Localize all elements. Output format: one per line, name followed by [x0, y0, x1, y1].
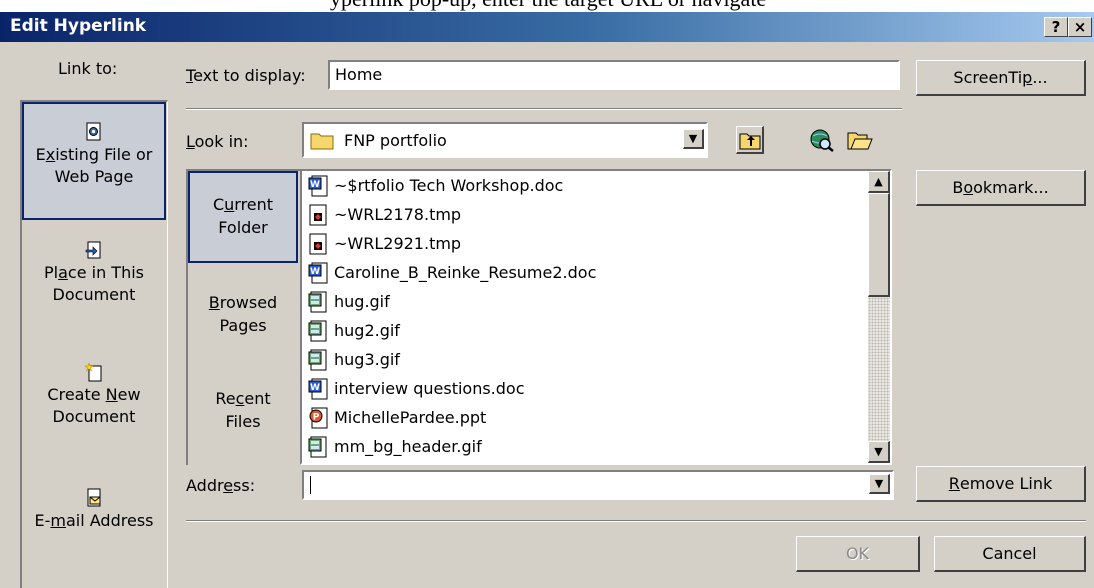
link-to-bar: Existing File or Web Page Place in This … — [20, 100, 168, 588]
text-to-display-input[interactable]: Home — [328, 60, 900, 90]
address-label: Address: — [186, 476, 256, 495]
nav-recent-line1: Recent — [215, 389, 271, 408]
look-in-dropdown-arrow[interactable]: ▼ — [683, 129, 704, 149]
gif-file-icon — [308, 436, 327, 457]
folder-icon — [310, 133, 334, 150]
caption-fragment-strip: yperlink pop-up, enter the target URL or… — [0, 0, 1094, 12]
file-list-item[interactable]: ~WRL2178.tmp — [302, 200, 461, 229]
ok-button[interactable]: OK — [796, 536, 920, 572]
text-cursor — [310, 476, 311, 494]
word-doc-icon: W — [308, 262, 328, 283]
separator-bottom — [186, 520, 1086, 522]
file-name: hug.gif — [334, 292, 390, 311]
look-in-label: Look in: — [186, 132, 249, 151]
nav-browsed-line1: Browsed — [208, 293, 278, 312]
scroll-down-button[interactable]: ▼ — [868, 441, 890, 463]
edit-hyperlink-dialog: Edit Hyperlink ? × Link to: Existing Fil… — [0, 12, 1094, 588]
file-list-scrollbar[interactable]: ▲ ▼ — [868, 171, 890, 463]
link-to-place-in-document[interactable]: Place in This Document — [22, 240, 166, 306]
file-list[interactable]: W ~$rtfolio Tech Workshop.doc ~WRL2178.tmp… — [300, 169, 892, 465]
file-name: hug3.gif — [334, 350, 400, 369]
browse-file-button[interactable] — [846, 126, 874, 154]
file-list-item[interactable]: hug.gif — [302, 287, 390, 316]
look-in-combo[interactable]: FNP portfolio ▼ — [302, 122, 708, 158]
link-to-place-line1: Place in This — [44, 263, 144, 282]
address-combo[interactable]: ▼ — [302, 470, 894, 500]
title-bar[interactable]: Edit Hyperlink ? × — [0, 12, 1094, 42]
cancel-button[interactable]: Cancel — [934, 536, 1086, 572]
file-list-item[interactable]: hug2.gif — [302, 316, 400, 345]
up-one-folder-button[interactable] — [736, 126, 764, 154]
look-in-value: FNP portfolio — [344, 131, 447, 150]
tmp-file-icon — [309, 204, 327, 225]
gif-file-icon — [308, 291, 327, 312]
scroll-thumb[interactable] — [868, 193, 890, 297]
help-button[interactable]: ? — [1044, 17, 1068, 37]
link-to-create-line2: Document — [52, 407, 136, 426]
svg-text:P: P — [313, 412, 320, 422]
file-list-items: W ~$rtfolio Tech Workshop.doc ~WRL2178.tmp… — [302, 171, 868, 463]
email-icon — [87, 488, 101, 507]
link-to-place-line2: Document — [52, 285, 136, 304]
file-list-item[interactable]: mm_bg_header.gif — [302, 432, 482, 461]
file-list-item[interactable]: hug3.gif — [302, 345, 400, 374]
link-to-email-line1: E-mail Address — [34, 511, 154, 530]
nav-current-folder[interactable]: Current Folder — [188, 171, 298, 263]
separator-top — [186, 108, 902, 110]
nav-browsed-pages[interactable]: Browsed Pages — [188, 291, 298, 337]
up-one-folder-icon — [739, 133, 760, 149]
file-name: mm_bg_header.gif — [334, 437, 482, 456]
nav-current-line1: Current — [212, 195, 274, 214]
nav-browsed-line2: Pages — [219, 316, 267, 335]
gif-file-icon — [308, 349, 327, 370]
svg-text:W: W — [310, 383, 320, 393]
close-button[interactable]: × — [1068, 17, 1092, 37]
text-to-display-label: Text to display: — [186, 66, 306, 85]
browse-file-icon — [847, 132, 873, 150]
bookmark-button[interactable]: Bo okmark... — [916, 170, 1086, 206]
new-document-icon — [85, 362, 102, 382]
word-doc-icon: W — [308, 175, 328, 196]
place-in-document-icon — [85, 241, 101, 259]
link-to-existing-file-line1: Existing File or — [35, 145, 153, 164]
file-name: ~$rtfolio Tech Workshop.doc — [334, 176, 564, 195]
file-name: hug2.gif — [334, 321, 400, 340]
nav-recent-files[interactable]: Recent Files — [188, 387, 298, 433]
file-name: MichellePardee.ppt — [334, 408, 487, 427]
nav-current-line2: Folder — [218, 218, 268, 237]
svg-text:W: W — [310, 267, 320, 277]
svg-text:W: W — [310, 180, 320, 190]
nav-recent-line2: Files — [225, 412, 261, 431]
browse-web-icon — [810, 129, 834, 152]
word-doc-icon: W — [308, 378, 328, 399]
remove-link-button[interactable]: Remove Link — [916, 466, 1086, 502]
existing-file-icon — [86, 122, 101, 141]
file-list-item[interactable]: ~WRL2921.tmp — [302, 229, 461, 258]
nav-column: Current Folder Browsed Pages Recent File… — [186, 169, 300, 465]
caption-fragment: yperlink pop-up, enter the target URL or… — [330, 0, 766, 12]
file-name: Caroline_B_Reinke_Resume2.doc — [334, 263, 597, 282]
link-to-existing-file[interactable]: Existing File or Web Page — [22, 102, 166, 220]
window-title: Edit Hyperlink — [10, 16, 147, 36]
link-to-create-line1: Create New — [47, 385, 141, 404]
file-list-item[interactable]: Winterview questions.doc — [302, 374, 525, 403]
file-name: ~WRL2921.tmp — [334, 234, 462, 253]
file-list-item[interactable]: P MichellePardee.ppt — [302, 403, 486, 432]
gif-file-icon — [308, 320, 327, 341]
link-to-create-new-document[interactable]: Create New Document — [22, 362, 166, 428]
file-list-item[interactable]: W Caroline_B_Reinke_Resume2.doc — [302, 258, 596, 287]
address-dropdown-arrow[interactable]: ▼ — [869, 474, 890, 494]
browse-web-button[interactable] — [808, 126, 836, 154]
scroll-up-button[interactable]: ▲ — [868, 171, 890, 193]
file-list-item[interactable]: W ~$rtfolio Tech Workshop.doc — [302, 171, 563, 200]
link-to-existing-file-line2: Web Page — [54, 167, 134, 186]
file-name: ~WRL2178.tmp — [334, 205, 462, 224]
file-name: interview questions.doc — [334, 379, 525, 398]
screentip-button[interactable]: ScreenTi p... — [916, 60, 1086, 96]
ppt-file-icon: P — [309, 407, 328, 428]
link-to-email-address[interactable]: E-mail Address — [22, 488, 166, 532]
tmp-file-icon — [309, 233, 327, 254]
link-to-label: Link to: — [58, 59, 118, 78]
